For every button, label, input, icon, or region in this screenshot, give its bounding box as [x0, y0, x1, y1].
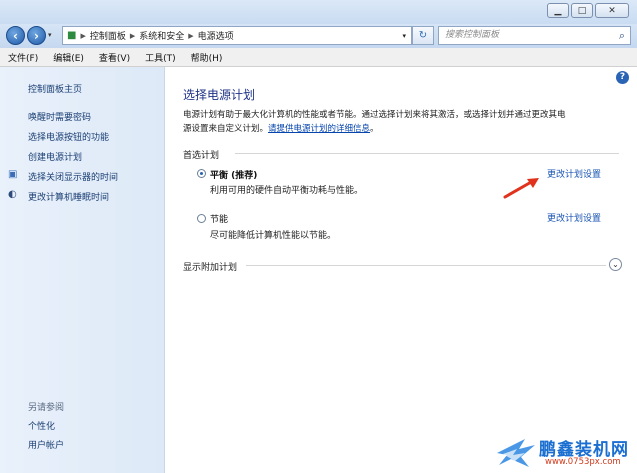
search-input[interactable]: 搜索控制面板 ⌕ — [438, 26, 631, 45]
sidebar: 控制面板主页 唤醒时需要密码 选择电源按钮的功能 创建电源计划 ▣ 选择关闭显示… — [0, 67, 165, 473]
breadcrumb-power-options[interactable]: 电源选项 — [198, 29, 234, 42]
menu-file[interactable]: 文件(F) — [0, 51, 45, 64]
window-controls: ▁ □ ✕ — [547, 3, 629, 18]
preferred-plans-heading: 首选计划 — [183, 151, 220, 161]
change-plan-settings-balanced[interactable]: 更改计划设置 — [547, 167, 601, 180]
breadcrumb-separator-icon: ▶ — [80, 31, 86, 40]
watermark-url: www.0753px.com — [545, 457, 621, 467]
close-button[interactable]: ✕ — [595, 3, 629, 18]
watermark-logo-icon — [497, 439, 535, 467]
page-description: 电源计划有助于最大化计算机的性能或者节能。通过选择计划来将其激活，或选择计划并通… — [183, 108, 623, 136]
red-arrow-annotation — [503, 178, 539, 199]
additional-plans-divider — [246, 265, 606, 266]
monitor-icon: ▣ — [8, 169, 18, 180]
address-dropdown-icon[interactable]: ▾ — [402, 32, 406, 40]
description-prefix: 源设置来自定义计划。 — [183, 124, 269, 134]
breadcrumb-separator-icon: ▶ — [129, 31, 136, 40]
change-plan-settings-power-saver[interactable]: 更改计划设置 — [547, 211, 601, 224]
sidebar-item-wake-password[interactable]: 唤醒时需要密码 — [28, 110, 91, 123]
menu-bar: 文件(F) 编辑(E) 查看(V) 工具(T) 帮助(H) — [0, 48, 637, 67]
breadcrumb-separator-icon: ▶ — [188, 31, 194, 40]
address-row: ‹ › ▾ ■ ▶ 控制面板 ▶ 系统和安全 ▶ 电源选项 ▾ ↻ 搜索控制面板… — [0, 24, 637, 48]
plan-details-link[interactable]: 请提供电源计划的详细信息 — [268, 124, 370, 134]
plan-desc-balanced: 利用可用的硬件自动平衡功耗与性能。 — [210, 186, 364, 196]
address-bar[interactable]: ■ ▶ 控制面板 ▶ 系统和安全 ▶ 电源选项 ▾ — [62, 26, 412, 45]
history-dropdown-icon[interactable]: ▾ — [48, 31, 52, 39]
group-divider — [235, 153, 619, 154]
radio-balanced[interactable] — [197, 169, 206, 178]
breadcrumb-system-security[interactable]: 系统和安全 — [139, 29, 184, 42]
sidebar-item-personalization[interactable]: 个性化 — [28, 419, 55, 432]
menu-edit[interactable]: 编辑(E) — [45, 51, 91, 64]
control-panel-icon: ■ — [67, 30, 77, 41]
search-placeholder: 搜索控制面板 — [445, 30, 500, 40]
chevron-down-icon[interactable]: ⌄ — [609, 258, 622, 271]
radio-power-saver[interactable] — [197, 214, 206, 223]
menu-tools[interactable]: 工具(T) — [137, 51, 183, 64]
description-line-1: 电源计划有助于最大化计算机的性能或者节能。通过选择计划来将其激活，或选择计划并通… — [183, 110, 566, 120]
sidebar-home-link[interactable]: 控制面板主页 — [28, 82, 82, 95]
see-also-heading: 另请参阅 — [28, 403, 65, 413]
description-line-2: 源设置来自定义计划。请提供电源计划的详细信息。 — [183, 122, 623, 136]
plan-desc-power-saver: 尽可能降低计算机性能以节能。 — [210, 231, 337, 241]
watermark: 鹏鑫装机网 www.0753px.com — [495, 435, 635, 471]
sidebar-item-sleep-time[interactable]: 更改计算机睡眠时间 — [28, 190, 109, 203]
title-bar: ▁ □ ✕ — [0, 0, 637, 24]
moon-icon: ◐ — [8, 189, 17, 200]
breadcrumb-control-panel[interactable]: 控制面板 — [90, 29, 126, 42]
sidebar-item-display-off[interactable]: 选择关闭显示器的时间 — [28, 170, 118, 183]
plan-name-power-saver[interactable]: 节能 — [210, 212, 228, 225]
maximize-button[interactable]: □ — [571, 3, 593, 18]
sidebar-item-user-accounts[interactable]: 用户帐户 — [28, 438, 64, 451]
main-content: ? 选择电源计划 电源计划有助于最大化计算机的性能或者节能。通过选择计划来将其激… — [165, 67, 637, 473]
sidebar-item-power-button[interactable]: 选择电源按钮的功能 — [28, 130, 109, 143]
sidebar-item-create-plan[interactable]: 创建电源计划 — [28, 150, 82, 163]
search-icon[interactable]: ⌕ — [619, 27, 625, 44]
back-button[interactable]: ‹ — [6, 26, 25, 45]
show-additional-plans[interactable]: 显示附加计划 — [183, 260, 237, 273]
minimize-button[interactable]: ▁ — [547, 3, 569, 18]
refresh-button[interactable]: ↻ — [412, 26, 434, 45]
description-suffix: 。 — [370, 124, 379, 134]
forward-button[interactable]: › — [27, 26, 46, 45]
plan-name-balanced[interactable]: 平衡 (推荐) — [210, 168, 257, 181]
help-icon[interactable]: ? — [616, 71, 629, 84]
menu-view[interactable]: 查看(V) — [91, 51, 137, 64]
menu-help[interactable]: 帮助(H) — [183, 51, 230, 64]
page-title: 选择电源计划 — [183, 88, 256, 102]
